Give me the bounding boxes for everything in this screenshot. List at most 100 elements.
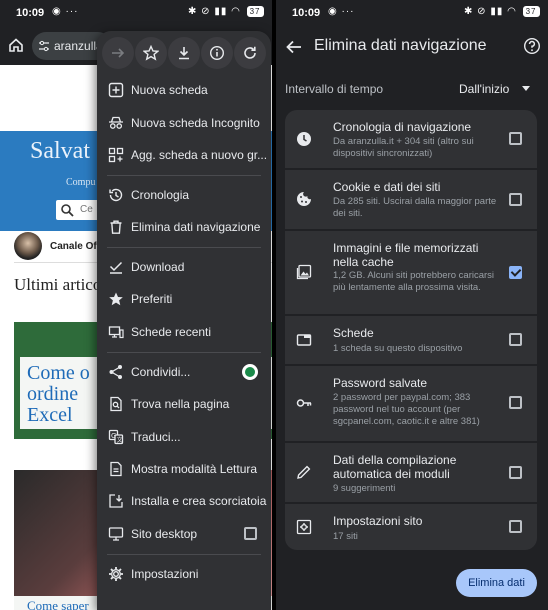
desktop-icon <box>108 527 124 541</box>
clear-data-button[interactable]: Elimina dati <box>456 569 537 597</box>
option-checkbox[interactable] <box>509 132 522 145</box>
clock-icon <box>297 132 311 146</box>
pencil-icon <box>297 465 311 479</box>
option-checkbox[interactable] <box>509 466 522 479</box>
url-text: aranzulla <box>54 39 103 53</box>
menu-item-history[interactable]: Cronologia <box>97 179 271 211</box>
history-icon <box>109 188 123 202</box>
section-title: Ultimi artico <box>14 275 102 294</box>
option-description: 9 suggerimenti <box>333 483 396 494</box>
download-page-button[interactable] <box>168 37 200 69</box>
option-title: Immagini e file memorizzati nella cache <box>333 241 479 269</box>
menu-toolbar <box>97 31 271 75</box>
reload-button[interactable] <box>234 37 266 69</box>
reader-mode-icon <box>110 461 122 477</box>
option-description: 17 siti <box>333 531 358 542</box>
install-icon <box>109 494 123 508</box>
settings-icon <box>109 567 123 581</box>
menu-item-settings[interactable]: Impostazioni <box>97 558 271 590</box>
option-description: Da 285 siti. Uscirai dalla maggior parte… <box>333 196 497 219</box>
option-checkbox[interactable] <box>509 396 522 409</box>
menu-divider <box>107 247 261 248</box>
key-icon <box>296 399 312 407</box>
menu-item-recent-tabs[interactable]: Schede recenti <box>97 316 271 348</box>
time-range-value[interactable]: Dall'inizio <box>459 82 509 96</box>
home-icon[interactable] <box>8 37 24 53</box>
refresh-icon <box>244 46 256 59</box>
find-in-page-icon <box>110 396 122 412</box>
menu-item-incognito[interactable]: Nuova scheda Incognito <box>97 107 271 139</box>
menu-item-tab-group[interactable]: Agg. scheda a nuovo gr... <box>97 139 271 171</box>
back-arrow-icon[interactable] <box>285 38 303 56</box>
menu-item-reader-mode[interactable]: Mostra modalità Lettura <box>97 453 271 485</box>
page-info-button[interactable] <box>201 37 233 69</box>
system-icons: ✱ ⊘ ▮▮ ◠ 37 <box>188 6 264 17</box>
option-checkbox[interactable] <box>509 520 522 533</box>
menu-item-translate[interactable]: G文 Traduci... <box>97 421 271 453</box>
desktop-site-checkbox[interactable] <box>244 527 257 540</box>
option-title: Cookie e dati dei siti <box>333 180 441 194</box>
download-check-icon <box>109 261 123 274</box>
option-checkbox-checked[interactable] <box>509 266 522 279</box>
cookie-icon <box>297 192 311 206</box>
option-title: Password salvate <box>333 376 428 390</box>
trash-icon <box>110 220 122 234</box>
menu-item-label: Elimina dati navigazione <box>131 220 261 234</box>
share-icon <box>109 365 122 379</box>
forward-icon <box>112 48 125 58</box>
tab-group-icon <box>108 147 124 163</box>
option-passwords[interactable]: Password salvate 2 password per paypal.c… <box>285 366 537 441</box>
option-description: 1 scheda su questo dispositivo <box>333 343 463 354</box>
article-card-title-2[interactable]: Come saper <box>27 598 89 610</box>
notification-icons: ◉ ··· <box>52 6 79 17</box>
menu-item-label: Nuova scheda <box>131 83 208 97</box>
menu-divider <box>107 554 261 555</box>
battery-icon: 37 <box>522 6 540 17</box>
download-icon <box>179 47 189 60</box>
status-bar: 10:09 ◉ ··· ✱ ⊘ ▮▮ ◠ 37 <box>0 0 272 27</box>
help-icon[interactable] <box>523 37 541 55</box>
option-cookies[interactable]: Cookie e dati dei siti Da 285 siti. Usci… <box>285 170 537 229</box>
bookmark-button[interactable] <box>135 37 167 69</box>
option-site-settings[interactable]: Impostazioni sito 17 siti <box>285 504 537 550</box>
menu-divider <box>107 352 261 353</box>
menu-item-downloads[interactable]: Download <box>97 251 271 283</box>
plus-square-icon <box>108 82 124 98</box>
option-tabs[interactable]: Schede 1 scheda su questo dispositivo <box>285 316 537 364</box>
browser-pane: 10:09 ◉ ··· ✱ ⊘ ▮▮ ◠ 37 aranzulla Salvat… <box>0 0 272 610</box>
image-icon <box>296 264 312 280</box>
menu-item-install[interactable]: Installa e crea scorciatoia <box>97 485 271 517</box>
menu-item-label: Cronologia <box>131 188 190 202</box>
menu-item-share[interactable]: Condividi... <box>97 356 271 388</box>
option-title: Schede <box>333 326 374 340</box>
search-icon <box>61 204 74 217</box>
dropdown-caret-icon[interactable] <box>522 86 530 91</box>
menu-item-bookmarks[interactable]: Preferiti <box>97 283 271 315</box>
share-target-icon[interactable] <box>242 364 258 380</box>
menu-item-label: Trova nella pagina <box>131 397 230 411</box>
chrome-menu: Nuova scheda Nuova scheda Incognito Agg.… <box>97 31 271 610</box>
translate-icon: G文 <box>108 429 124 445</box>
site-settings-icon <box>296 519 312 535</box>
option-checkbox[interactable] <box>509 333 522 346</box>
option-description: 1,2 GB. Alcuni siti potrebbero caricarsi… <box>333 270 495 293</box>
menu-item-desktop-site[interactable]: Sito desktop <box>97 518 271 550</box>
menu-item-label: Preferiti <box>131 292 173 306</box>
option-autofill[interactable]: Dati della compilazione automatica dei m… <box>285 443 537 502</box>
site-subtitle: Compu <box>66 177 96 188</box>
option-cache[interactable]: Immagini e file memorizzati nella cache … <box>285 231 537 314</box>
option-title: Cronologia di navigazione <box>333 120 472 134</box>
option-checkbox[interactable] <box>509 193 522 206</box>
option-description: Da aranzulla.it + 304 siti (altro sui di… <box>333 136 474 159</box>
menu-item-find[interactable]: Trova nella pagina <box>97 388 271 420</box>
incognito-icon <box>109 116 123 129</box>
forward-button[interactable] <box>102 37 134 69</box>
svg-text:文: 文 <box>117 436 123 444</box>
menu-item-new-tab[interactable]: Nuova scheda <box>97 74 271 106</box>
option-history[interactable]: Cronologia di navigazione Da aranzulla.i… <box>285 110 537 168</box>
menu-item-label: Schede recenti <box>131 325 212 339</box>
menu-item-clear-data[interactable]: Elimina dati navigazione <box>97 211 271 243</box>
article-card-title[interactable]: Come o ordine Excel <box>27 363 90 426</box>
menu-item-label: Sito desktop <box>131 527 198 541</box>
site-info-icon[interactable] <box>38 40 50 52</box>
